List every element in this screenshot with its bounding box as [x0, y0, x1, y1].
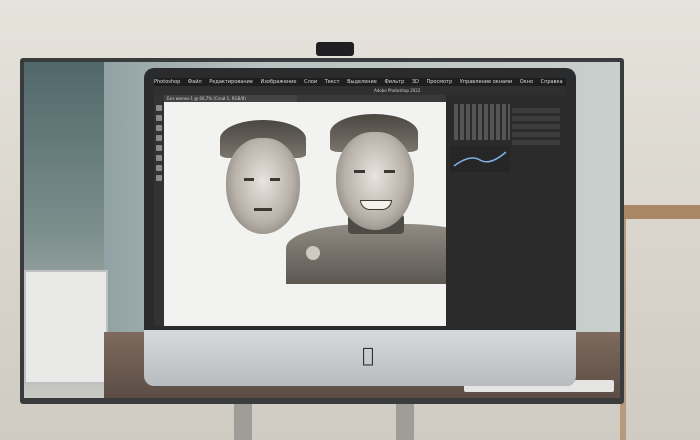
mouth [254, 208, 272, 211]
menu-item[interactable]: Изображение [261, 79, 297, 85]
soldier-face-left [226, 138, 300, 234]
door-frame [618, 205, 700, 219]
apple-logo-icon:  [357, 344, 379, 366]
document-tab[interactable]: Без имени-1 @ 66,7% (Слой 1, RGB/8) [164, 95, 297, 102]
menu-item[interactable]: Photoshop [154, 79, 180, 85]
layer-row[interactable] [512, 140, 560, 145]
swatches-panel[interactable] [454, 104, 510, 140]
brush-tool-icon[interactable] [156, 145, 162, 151]
menu-item[interactable]: Текст [325, 79, 340, 85]
menu-item[interactable]: Слои [304, 79, 317, 85]
menu-item[interactable]: Справка [541, 79, 563, 85]
window-title: Adobe Photoshop 2022 [374, 88, 421, 93]
move-tool-icon[interactable] [156, 105, 162, 111]
eraser-tool-icon[interactable] [156, 165, 162, 171]
layer-row[interactable] [512, 132, 560, 137]
text-tool-icon[interactable] [156, 175, 162, 181]
photoshop-menubar: Photoshop Файл Редактирование Изображени… [154, 78, 566, 86]
curve-graph [453, 151, 507, 167]
eye [244, 178, 254, 181]
smile [360, 200, 392, 210]
photoshop-canvas[interactable] [164, 102, 446, 326]
layer-row[interactable] [512, 108, 560, 113]
reflection-monitor [24, 270, 108, 384]
soldier-face-right [336, 132, 414, 230]
tv-screen:  Photoshop Файл Редактирование Изображе… [24, 62, 620, 398]
menu-item[interactable]: Управление окнами [460, 79, 512, 85]
tv-stand-right [396, 398, 414, 440]
menu-item[interactable]: Выделение [347, 79, 377, 85]
marquee-tool-icon[interactable] [156, 115, 162, 121]
webcam [316, 42, 354, 56]
tools-panel [154, 95, 164, 326]
curves-panel[interactable] [450, 146, 510, 172]
layer-row[interactable] [512, 116, 560, 121]
menu-item[interactable]: 3D [412, 79, 419, 85]
medal [306, 246, 320, 260]
eye [354, 170, 365, 173]
imac-display: Photoshop Файл Редактирование Изображени… [154, 78, 566, 326]
eye [384, 170, 395, 173]
layer-row[interactable] [512, 124, 560, 129]
crop-tool-icon[interactable] [156, 135, 162, 141]
menu-item[interactable]: Редактирование [209, 79, 253, 85]
menu-item[interactable]: Фильтр [384, 79, 404, 85]
imac:  Photoshop Файл Редактирование Изображе… [120, 68, 580, 388]
menu-item[interactable]: Просмотр [426, 79, 452, 85]
stamp-tool-icon[interactable] [156, 155, 162, 161]
eye [270, 178, 280, 181]
menu-item[interactable]: Окно [520, 79, 533, 85]
tv-stand-left [234, 398, 252, 440]
menu-item[interactable]: Файл [188, 79, 202, 85]
options-bar: Adobe Photoshop 2022 [154, 86, 566, 95]
lasso-tool-icon[interactable] [156, 125, 162, 131]
